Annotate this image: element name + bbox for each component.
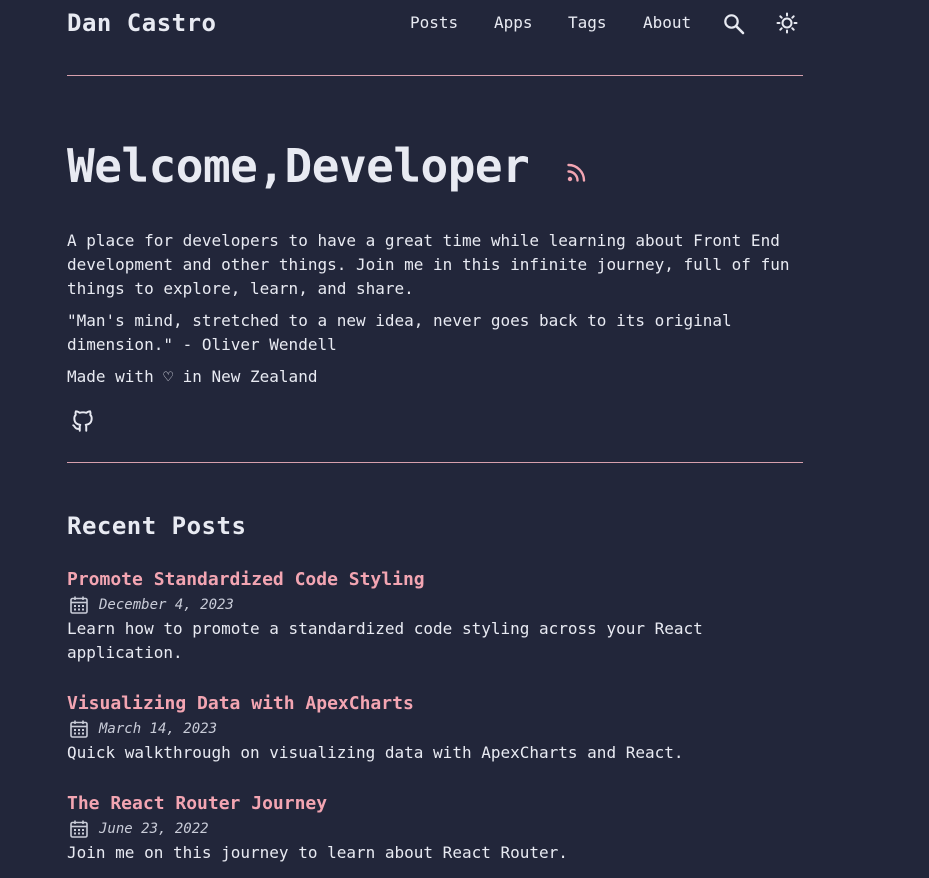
github-icon[interactable] xyxy=(70,408,96,438)
nav-about[interactable]: About xyxy=(643,13,691,32)
page: Dan Castro Posts Apps Tags About Welcome… xyxy=(0,0,929,878)
post-description: Join me on this journey to learn about R… xyxy=(67,843,568,862)
header-divider xyxy=(67,75,803,76)
post-item: The React Router Journey June 23, 2022 J… xyxy=(67,792,807,865)
nav-tags[interactable]: Tags xyxy=(568,13,607,32)
made-with-text: Made with ♡ in New Zealand xyxy=(67,367,318,386)
intro-text: A place for developers to have a great t… xyxy=(67,231,790,298)
post-meta: March 14, 2023 xyxy=(67,717,807,741)
quote-text: "Man's mind, stretched to a new idea, ne… xyxy=(67,311,732,354)
post-title-link[interactable]: Visualizing Data with ApexCharts xyxy=(67,692,807,716)
site-title[interactable]: Dan Castro xyxy=(67,9,217,37)
post-description: Quick walkthrough on visualizing data wi… xyxy=(67,743,684,762)
post-description: Learn how to promote a standardized code… xyxy=(67,619,703,662)
rss-icon[interactable] xyxy=(566,161,588,187)
hero-title: Welcome,Developer xyxy=(67,139,530,193)
post-meta: June 23, 2022 xyxy=(67,817,807,841)
nav-apps[interactable]: Apps xyxy=(494,13,533,32)
calendar-icon xyxy=(70,596,88,614)
hero-divider xyxy=(67,462,803,463)
sun-icon[interactable] xyxy=(776,12,798,38)
post-title-link[interactable]: The React Router Journey xyxy=(67,792,807,816)
post-item: Promote Standardized Code Styling Decemb… xyxy=(67,568,807,665)
calendar-icon xyxy=(70,720,88,738)
search-icon[interactable] xyxy=(723,13,745,39)
nav-posts[interactable]: Posts xyxy=(410,13,458,32)
post-date: December 4, 2023 xyxy=(99,597,234,613)
post-item: Visualizing Data with ApexCharts March 1… xyxy=(67,692,807,765)
post-date: June 23, 2022 xyxy=(99,821,209,837)
calendar-icon xyxy=(70,820,88,838)
post-date: March 14, 2023 xyxy=(99,721,218,737)
post-title-link[interactable]: Promote Standardized Code Styling xyxy=(67,568,807,592)
recent-posts-title: Recent Posts xyxy=(67,512,247,540)
post-meta: December 4, 2023 xyxy=(67,593,807,617)
